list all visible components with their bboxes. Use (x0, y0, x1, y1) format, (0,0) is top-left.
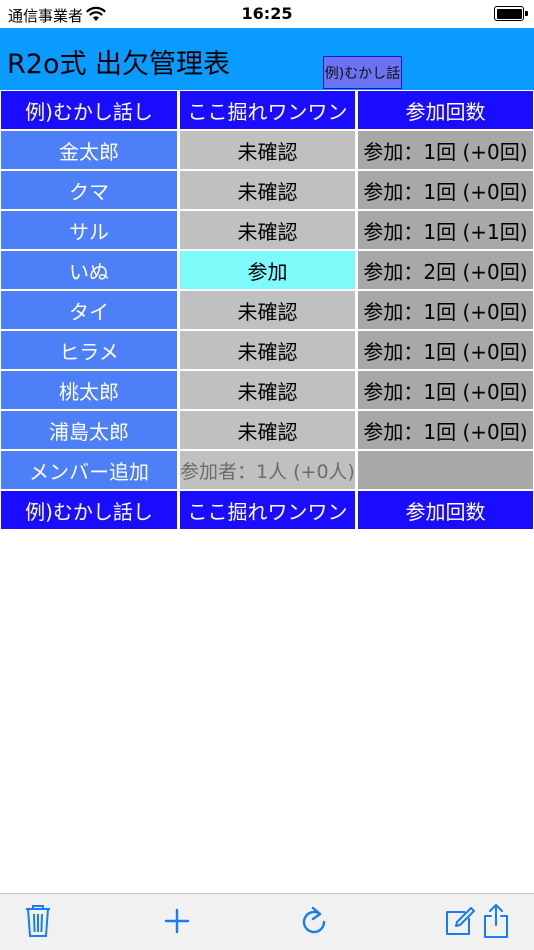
attendance-count-cell: 参加：1回 (+0回) (358, 331, 533, 369)
member-name-cell[interactable]: 桃太郎 (1, 371, 177, 409)
attendance-count-cell: 参加：1回 (+0回) (358, 171, 533, 209)
member-name-cell[interactable]: サル (1, 211, 177, 249)
event-select-button[interactable]: 例)むかし話 (323, 56, 402, 89)
member-name-cell[interactable]: 浦島太郎 (1, 411, 177, 449)
member-name-cell[interactable]: タイ (1, 291, 177, 329)
group-footer-cell[interactable]: 例)むかし話し (1, 491, 177, 529)
table-header-row: 例)むかし話し ここ掘れワンワン 参加回数 (0, 90, 534, 130)
attendance-status-cell[interactable]: 未確認 (180, 331, 355, 369)
count-footer-cell: 参加回数 (358, 491, 533, 529)
group-header-cell[interactable]: 例)むかし話し (1, 91, 177, 129)
attendance-status-cell[interactable]: 未確認 (180, 211, 355, 249)
edit-button[interactable] (444, 902, 476, 940)
member-name-cell[interactable]: 金太郎 (1, 131, 177, 169)
table-row: クマ 未確認 参加：1回 (+0回) (0, 170, 534, 210)
attendance-count-cell: 参加：1回 (+0回) (358, 291, 533, 329)
add-member-row: メンバー追加 参加者：1人 (+0人) (0, 450, 534, 490)
edit-icon (446, 907, 475, 935)
participants-total: 参加者：1人 (+0人) (180, 451, 355, 489)
event-header-cell[interactable]: ここ掘れワンワン (180, 91, 355, 129)
member-name-cell[interactable]: いぬ (1, 251, 177, 289)
page-title: R2o式 出欠管理表 (7, 49, 231, 80)
attendance-status-cell[interactable]: 未確認 (180, 411, 355, 449)
attendance-status-cell[interactable]: 未確認 (180, 291, 355, 329)
add-button[interactable] (161, 902, 193, 940)
member-name-cell[interactable]: ヒラメ (1, 331, 177, 369)
clock: 16:25 (241, 4, 293, 23)
attendance-count-cell: 参加：1回 (+1回) (358, 211, 533, 249)
app-header: R2o式 出欠管理表 例)むかし話 (0, 28, 534, 90)
empty-cell (358, 451, 533, 489)
plus-icon (164, 908, 190, 934)
attendance-count-cell: 参加：2回 (+0回) (358, 251, 533, 289)
table-row: 浦島太郎 未確認 参加：1回 (+0回) (0, 410, 534, 450)
table-row: 桃太郎 未確認 参加：1回 (+0回) (0, 370, 534, 410)
bottom-toolbar (0, 893, 534, 950)
table-row: 金太郎 未確認 参加：1回 (+0回) (0, 130, 534, 170)
table-footer-row: 例)むかし話し ここ掘れワンワン 参加回数 (0, 490, 534, 530)
attendance-status-cell[interactable]: 参加 (180, 251, 355, 289)
attendance-status-cell[interactable]: 未確認 (180, 131, 355, 169)
refresh-button[interactable] (298, 902, 330, 940)
attendance-count-cell: 参加：1回 (+0回) (358, 411, 533, 449)
table-row: サル 未確認 参加：1回 (+1回) (0, 210, 534, 250)
attendance-status-cell[interactable]: 未確認 (180, 171, 355, 209)
attendance-count-cell: 参加：1回 (+0回) (358, 131, 533, 169)
event-footer-cell[interactable]: ここ掘れワンワン (180, 491, 355, 529)
add-member-button[interactable]: メンバー追加 (1, 451, 177, 489)
refresh-icon (302, 906, 326, 934)
table-row: ヒラメ 未確認 参加：1回 (+0回) (0, 330, 534, 370)
share-icon (484, 904, 508, 938)
share-button[interactable] (481, 902, 511, 940)
count-header-cell: 参加回数 (358, 91, 533, 129)
attendance-count-cell: 参加：1回 (+0回) (358, 371, 533, 409)
trash-icon (26, 905, 50, 937)
attendance-status-cell[interactable]: 未確認 (180, 371, 355, 409)
table-row: いぬ 参加 参加：2回 (+0回) (0, 250, 534, 290)
attendance-table: 例)むかし話し ここ掘れワンワン 参加回数 金太郎 未確認 参加：1回 (+0回) ク… (0, 90, 534, 530)
member-name-cell[interactable]: クマ (1, 171, 177, 209)
battery-icon (494, 6, 528, 21)
table-row: タイ 未確認 参加：1回 (+0回) (0, 290, 534, 330)
status-bar: 通信事業者 16:25 (0, 0, 534, 28)
trash-button[interactable] (22, 902, 54, 940)
